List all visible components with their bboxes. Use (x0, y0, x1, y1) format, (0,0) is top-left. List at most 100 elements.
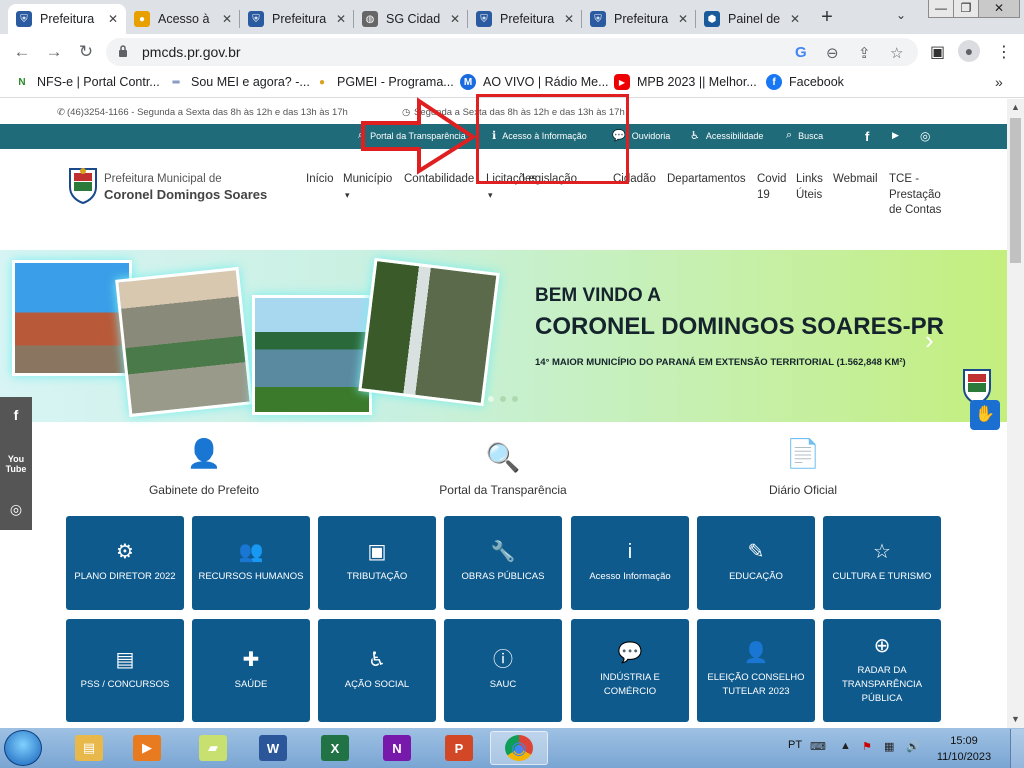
taskbar-app-8[interactable]: ◉ (490, 731, 548, 765)
card-wheelchair[interactable]: ♿ AÇÃO SOCIAL (318, 619, 436, 722)
tab-5[interactable]: ⛨ Prefeitura ✕ (468, 4, 582, 34)
taskbar-app-6[interactable]: N (368, 731, 426, 765)
language-indicator[interactable]: PT (788, 739, 802, 751)
facebook-icon[interactable]: f (0, 407, 32, 423)
card-medkit[interactable]: ✚ SAÚDE (192, 619, 310, 722)
bookmark-3[interactable]: ● PGMEI - Programa... (314, 74, 454, 90)
logo-line2[interactable]: Coronel Domingos Soares (104, 187, 267, 202)
windows-start-button[interactable] (4, 730, 42, 766)
card-users[interactable]: 👥 RECURSOS HUMANOS (192, 516, 310, 610)
card-money[interactable]: ▣ TRIBUTAÇÃO (318, 516, 436, 610)
taskbar-clock[interactable]: 15:09 11/10/2023 (930, 733, 998, 765)
taskbar-app-2[interactable]: ▶ (118, 731, 176, 765)
scroll-up-arrow[interactable]: ▲ (1007, 99, 1024, 116)
menu-dots-icon[interactable]: ⋮ (996, 42, 1012, 62)
tab-search-chevron-icon[interactable]: ⌄ (896, 8, 906, 22)
tab-1[interactable]: ⛨ Prefeitura ✕ (8, 4, 126, 34)
logo-line1[interactable]: Prefeitura Municipal de (104, 173, 222, 185)
featured-2[interactable]: 🔍 Portal da Transparência (420, 439, 586, 497)
flag-icon[interactable]: ⚑ (862, 740, 872, 753)
tab-4[interactable]: ◍ SG Cidad ✕ (354, 4, 468, 34)
close-tab-icon[interactable]: ✕ (108, 12, 118, 26)
menu-item-1[interactable]: Início (306, 172, 334, 188)
share-icon[interactable]: ⇪ (858, 44, 871, 62)
coat-of-arms-logo[interactable] (66, 165, 100, 205)
url-text[interactable]: pmcds.pr.gov.br (142, 44, 241, 60)
card-zoom[interactable]: ⊕ RADAR DA TRANSPARÊNCIA PÚBLICA (823, 619, 941, 722)
card-comments[interactable]: 💬 INDÚSTRIA E COMÉRCIO (571, 619, 689, 722)
close-window-button[interactable]: ✕ (978, 0, 1020, 18)
close-tab-icon[interactable]: ✕ (336, 12, 346, 26)
volume-icon[interactable]: 🔊 (906, 740, 920, 753)
topnav-busca[interactable]: ⌕ Busca (786, 129, 823, 142)
menu-item-10[interactable]: Webmail (833, 172, 878, 188)
scroll-down-arrow[interactable]: ▼ (1007, 711, 1024, 728)
sign-language-icon[interactable]: ✋ (970, 400, 1000, 430)
tab-3[interactable]: ⛨ Prefeitura ✕ (240, 4, 354, 34)
taskbar-app-7[interactable]: P (430, 731, 488, 765)
bookmark-5[interactable]: ▶ MPB 2023 || Melhor... (614, 74, 757, 90)
close-tab-icon[interactable]: ✕ (222, 12, 232, 26)
google-lens-icon[interactable]: G (795, 44, 807, 61)
carousel-dot-2[interactable] (500, 396, 506, 402)
card-info-circle[interactable]: ⓘ SAUC (444, 619, 562, 722)
network-icon[interactable]: ▦ (884, 740, 894, 753)
card-book[interactable]: ▤ PSS / CONCURSOS (66, 619, 184, 722)
back-arrow-icon[interactable]: ← (10, 40, 34, 64)
tab-7[interactable]: ⬢ Painel de ✕ (696, 4, 808, 34)
taskbar-app-5[interactable]: X (306, 731, 364, 765)
card-wrench[interactable]: 🔧 OBRAS PÚBLICAS (444, 516, 562, 610)
keyboard-icon[interactable]: ⌨ (810, 740, 826, 753)
card-pencil[interactable]: ✎ EDUCAÇÃO (697, 516, 815, 610)
youtube-icon[interactable]: You Tube (0, 454, 32, 474)
forward-arrow-icon[interactable]: → (42, 40, 66, 64)
close-tab-icon[interactable]: ✕ (678, 12, 688, 26)
bookmark-1[interactable]: N NFS-e | Portal Contr... (14, 74, 159, 90)
menu-item-8[interactable]: Covid 19 (757, 172, 787, 203)
tab-6[interactable]: ⛨ Prefeitura ✕ (582, 4, 696, 34)
reload-icon[interactable]: ↻ (74, 40, 98, 64)
carousel-dot-1[interactable] (488, 396, 494, 402)
bookmarks-overflow-button[interactable]: » (995, 74, 1003, 90)
restore-button[interactable]: ❐ (953, 0, 979, 18)
bookmark-4[interactable]: M AO VIVO | Rádio Me... (460, 74, 609, 90)
youtube-icon[interactable]: ▶ (892, 130, 899, 141)
coat-of-arms-icon: ⛨ (476, 11, 492, 27)
bookmark-star-icon[interactable]: ☆ (890, 44, 903, 62)
card-star[interactable]: ☆ CULTURA E TURISMO (823, 516, 941, 610)
carousel-dot-3[interactable] (512, 396, 518, 402)
taskbar-app-4[interactable]: W (244, 731, 302, 765)
topnav-acessibilidade[interactable]: ♿ Acessibilidade (690, 129, 763, 142)
close-tab-icon[interactable]: ✕ (564, 12, 574, 26)
tab-2[interactable]: ● Acesso à ✕ (126, 4, 240, 34)
card-user[interactable]: 👤 ELEIÇÃO CONSELHO TUTELAR 2023 (697, 619, 815, 722)
instagram-icon[interactable]: ◎ (0, 501, 32, 518)
featured-1[interactable]: 👤 Gabinete do Prefeito (140, 435, 268, 497)
scrollbar-thumb[interactable] (1010, 118, 1021, 263)
taskbar-app-1[interactable]: ▤ (60, 731, 118, 765)
zoom-icon[interactable]: ⊖ (826, 44, 839, 62)
tray-expand-icon[interactable]: ▲ (840, 740, 851, 752)
new-tab-button[interactable]: + (814, 6, 840, 30)
close-tab-icon[interactable]: ✕ (790, 12, 800, 26)
show-desktop-button[interactable] (1010, 729, 1024, 768)
card-info[interactable]: i Acesso Informação (571, 516, 689, 610)
minimize-button[interactable]: — (928, 0, 954, 18)
menu-item-9[interactable]: Links Úteis (796, 172, 826, 203)
info-icon: i (627, 541, 633, 563)
taskbar-app-3[interactable]: ▰ (184, 731, 242, 765)
bookmark-2[interactable]: ═ Sou MEI e agora? -... (168, 74, 309, 90)
menu-item-11[interactable]: TCE - Prestação de Contas (889, 172, 949, 219)
menu-item-7[interactable]: Departamentos (667, 172, 746, 188)
lock-icon[interactable] (118, 44, 128, 58)
banner-next-arrow[interactable]: › (925, 325, 934, 356)
featured-3[interactable]: 📄 Diário Oficial (760, 435, 846, 497)
instagram-icon[interactable]: ◎ (920, 129, 930, 143)
profile-avatar-icon[interactable]: ● (958, 40, 980, 62)
card-gears[interactable]: ⚙ PLANO DIRETOR 2022 (66, 516, 184, 610)
side-panel-icon[interactable]: ▣ (930, 42, 945, 62)
bookmark-6[interactable]: f Facebook (766, 74, 844, 90)
banner-photo-aerial (115, 266, 253, 418)
close-tab-icon[interactable]: ✕ (450, 12, 460, 26)
facebook-icon[interactable]: f (865, 129, 869, 144)
